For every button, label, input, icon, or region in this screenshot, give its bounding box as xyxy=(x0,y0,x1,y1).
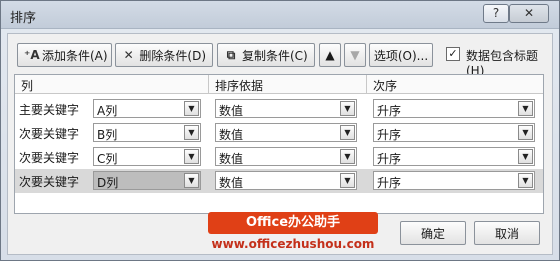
order-select[interactable]: 升序 ▼ xyxy=(373,171,535,190)
column-select[interactable]: C列 ▼ xyxy=(93,147,201,166)
cancel-button[interactable]: 取消 xyxy=(474,221,540,245)
delete-x-icon: ✕ xyxy=(123,48,134,62)
column-select[interactable]: D列 ▼ xyxy=(93,171,201,190)
order-select[interactable]: 升序 ▼ xyxy=(373,99,535,118)
sort-on-header: 排序依据 xyxy=(215,79,264,93)
sort-level-row[interactable]: 次要关键字 C列 ▼ 数值 ▼ 升序 ▼ xyxy=(15,145,543,169)
chevron-down-icon[interactable]: ▼ xyxy=(184,173,199,188)
copy-condition-label: 复制条件(C) xyxy=(242,48,308,63)
row-label: 次要关键字 xyxy=(19,151,80,165)
move-up-button[interactable]: ▲ xyxy=(319,43,341,67)
add-condition-label: 添加条件(A) xyxy=(42,48,108,63)
sort-on-select[interactable]: 数值 ▼ xyxy=(215,171,357,190)
sort-on-select-value: 数值 xyxy=(219,104,244,118)
delete-condition-label: 删除条件(D) xyxy=(139,48,206,63)
column-select[interactable]: B列 ▼ xyxy=(93,123,201,142)
chevron-down-icon[interactable]: ▼ xyxy=(184,149,199,164)
watermark-url: www.officezhushou.com xyxy=(211,237,375,251)
column-select-value: D列 xyxy=(97,176,119,190)
chevron-down-icon[interactable]: ▼ xyxy=(340,125,355,140)
order-select-value: 升序 xyxy=(377,152,402,166)
title-bar: 排序 ? ✕ xyxy=(1,1,559,29)
watermark-logo: Office办公助手 xyxy=(208,212,378,234)
row-label: 次要关键字 xyxy=(19,175,80,189)
sort-on-select-value: 数值 xyxy=(219,128,244,142)
order-select-value: 升序 xyxy=(377,104,402,118)
dialog-body: ⁺A 添加条件(A) ✕ 删除条件(D) ⧉ 复制条件(C) ▲ ▼ 选项(O)… xyxy=(7,33,553,255)
sort-on-select[interactable]: 数值 ▼ xyxy=(215,99,357,118)
dialog-title: 排序 xyxy=(10,11,37,26)
chevron-down-icon[interactable]: ▼ xyxy=(518,125,533,140)
chevron-down-icon[interactable]: ▼ xyxy=(518,101,533,116)
header-divider xyxy=(366,75,367,94)
help-button[interactable]: ? xyxy=(483,4,509,23)
sort-on-select-value: 数值 xyxy=(219,152,244,166)
sort-on-select[interactable]: 数值 ▼ xyxy=(215,123,357,142)
move-down-button[interactable]: ▼ xyxy=(344,43,366,67)
chevron-down-icon[interactable]: ▼ xyxy=(518,149,533,164)
row-label: 次要关键字 xyxy=(19,127,80,141)
ok-button[interactable]: 确定 xyxy=(400,221,466,245)
column-header: 列 xyxy=(21,79,34,93)
chevron-down-icon[interactable]: ▼ xyxy=(340,173,355,188)
column-select-value: C列 xyxy=(97,152,118,166)
chevron-down-icon[interactable]: ▼ xyxy=(184,125,199,140)
chevron-down-icon[interactable]: ▼ xyxy=(340,149,355,164)
column-select-value: B列 xyxy=(97,128,118,142)
sort-level-row-selected[interactable]: 次要关键字 D列 ▼ 数值 ▼ 升序 ▼ xyxy=(15,169,543,193)
sort-level-row[interactable]: 主要关键字 A列 ▼ 数值 ▼ 升序 ▼ xyxy=(15,97,543,121)
sort-on-select-value: 数值 xyxy=(219,176,244,190)
close-button[interactable]: ✕ xyxy=(509,4,549,23)
row-label: 主要关键字 xyxy=(19,103,80,117)
sort-dialog: 排序 ? ✕ ⁺A 添加条件(A) ✕ 删除条件(D) ⧉ 复制条件(C) ▲ … xyxy=(0,0,560,261)
delete-condition-button[interactable]: ✕ 删除条件(D) xyxy=(115,43,213,67)
chevron-down-icon[interactable]: ▼ xyxy=(518,173,533,188)
order-select-value: 升序 xyxy=(377,128,402,142)
order-select[interactable]: 升序 ▼ xyxy=(373,123,535,142)
header-divider xyxy=(208,75,209,94)
column-select-value: A列 xyxy=(97,104,118,118)
copy-icon: ⧉ xyxy=(226,47,236,62)
add-level-icon: ⁺A xyxy=(24,48,40,62)
column-select[interactable]: A列 ▼ xyxy=(93,99,201,118)
chevron-down-icon[interactable]: ▼ xyxy=(184,101,199,116)
sort-level-row[interactable]: 次要关键字 B列 ▼ 数值 ▼ 升序 ▼ xyxy=(15,121,543,145)
grid-header: 列 排序依据 次序 xyxy=(15,75,543,94)
copy-condition-button[interactable]: ⧉ 复制条件(C) xyxy=(217,43,315,67)
order-select-value: 升序 xyxy=(377,176,402,190)
add-condition-button[interactable]: ⁺A 添加条件(A) xyxy=(17,43,112,67)
order-header: 次序 xyxy=(373,79,398,93)
options-button[interactable]: 选项(O)... xyxy=(369,43,433,67)
sort-on-select[interactable]: 数值 ▼ xyxy=(215,147,357,166)
chevron-down-icon[interactable]: ▼ xyxy=(340,101,355,116)
sort-levels-grid: 列 排序依据 次序 主要关键字 A列 ▼ 数值 ▼ 升序 ▼ 次要关键字 B列 … xyxy=(14,74,544,214)
order-select[interactable]: 升序 ▼ xyxy=(373,147,535,166)
header-row-checkbox[interactable]: ✓ xyxy=(446,47,460,61)
